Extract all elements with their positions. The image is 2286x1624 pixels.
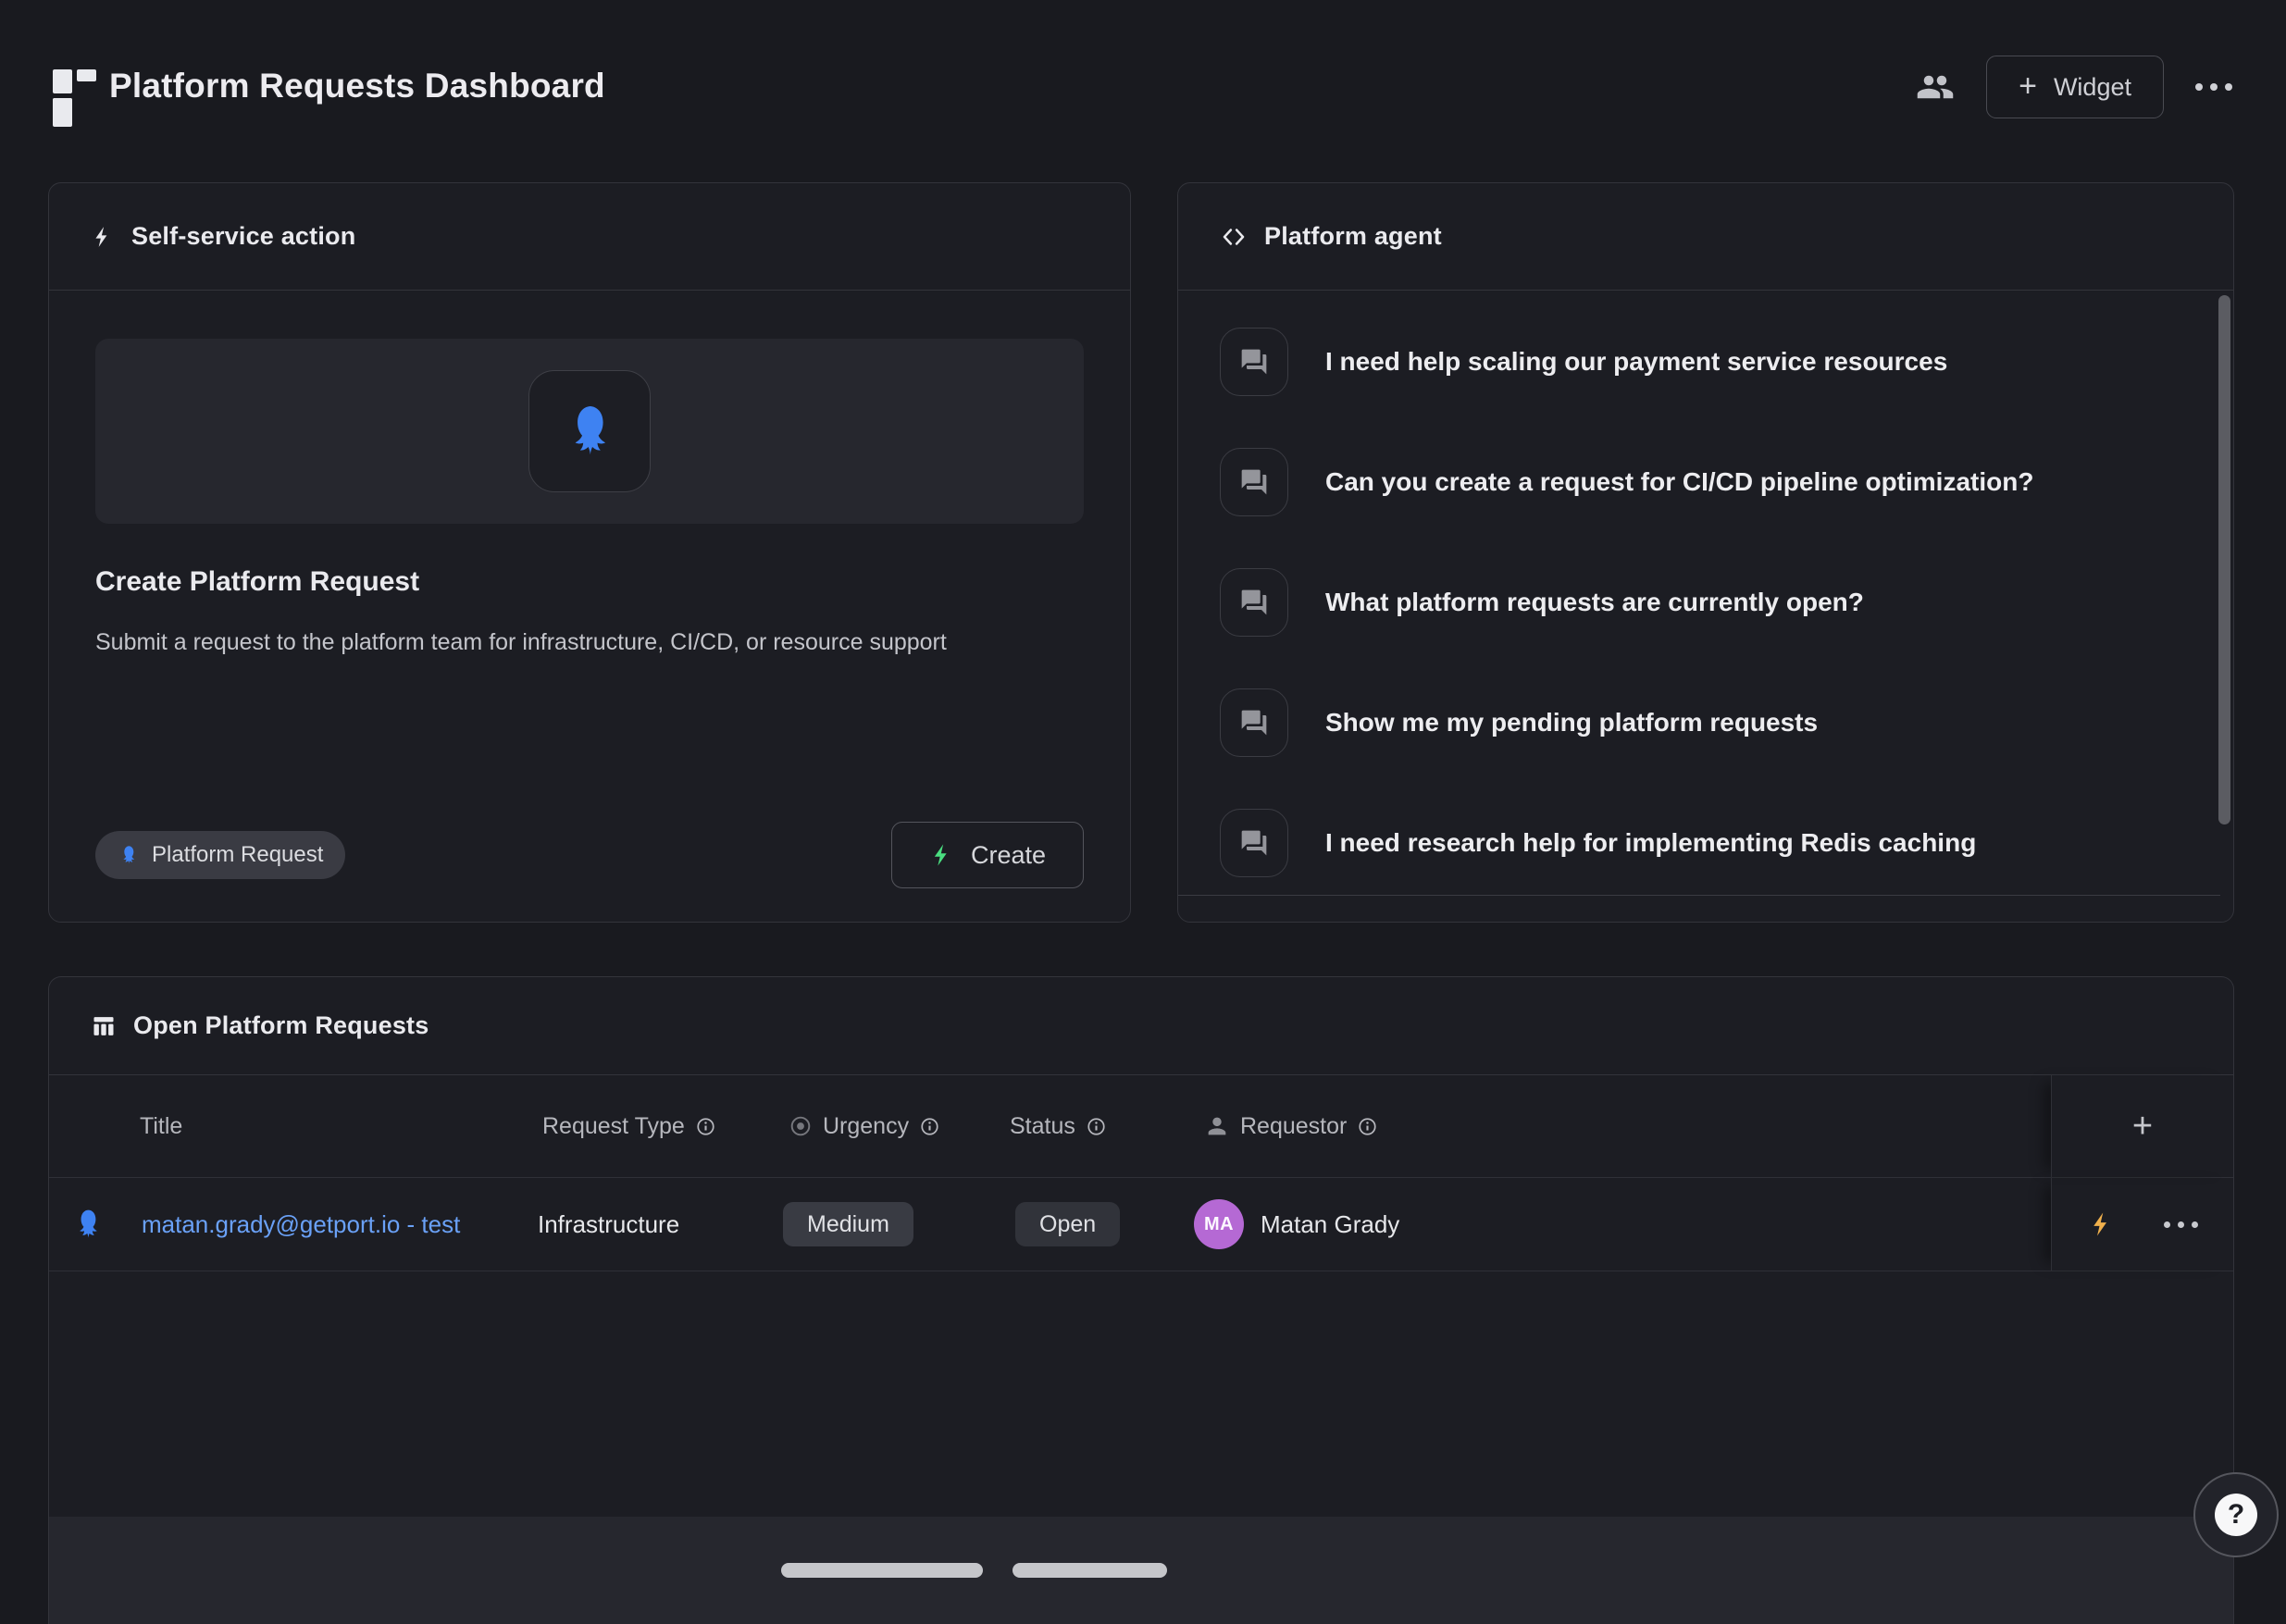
column-label: Title <box>140 1113 182 1140</box>
status-badge: Open <box>1015 1202 1120 1246</box>
ellipsis-icon <box>2164 1221 2198 1228</box>
self-service-body: Create Platform Request Submit a request… <box>49 291 1130 661</box>
run-action-bolt-icon[interactable] <box>2088 1210 2116 1238</box>
card-title: Open Platform Requests <box>133 1011 429 1040</box>
info-icon[interactable] <box>695 1116 716 1137</box>
agent-card-divider <box>1178 895 2220 896</box>
info-icon[interactable] <box>1086 1116 1107 1137</box>
table-row: matan.grady@getport.io - test Infrastruc… <box>49 1178 2233 1271</box>
action-description: Submit a request to the platform team fo… <box>95 624 1030 661</box>
port-logo-tile <box>528 370 651 492</box>
card-title: Platform agent <box>1264 222 1442 251</box>
column-label: Status <box>1010 1113 1075 1140</box>
urgency-badge: Medium <box>783 1202 913 1246</box>
actions-column-header: + <box>2051 1075 2233 1177</box>
column-label: Requestor <box>1240 1113 1347 1140</box>
add-widget-button[interactable]: + Widget <box>1986 56 2164 118</box>
suggestion-text: Can you create a request for CI/CD pipel… <box>1325 467 2033 497</box>
suggestion-text: I need research help for implementing Re… <box>1325 828 1976 858</box>
row-actions-cell <box>2051 1178 2233 1271</box>
column-label: Request Type <box>542 1113 685 1140</box>
card-title: Self-service action <box>131 222 355 251</box>
agent-suggestion[interactable]: I need help scaling our payment service … <box>1220 302 2233 422</box>
column-header-request-type[interactable]: Request Type <box>542 1075 716 1177</box>
page-title: Platform Requests Dashboard <box>109 67 605 105</box>
plus-icon: + <box>2019 70 2037 102</box>
forum-chat-icon <box>1220 328 1288 396</box>
request-type-cell: Infrastructure <box>538 1178 679 1271</box>
info-icon[interactable] <box>1357 1116 1378 1137</box>
green-bolt-icon <box>929 842 955 868</box>
page-menu-button[interactable] <box>2195 83 2232 91</box>
create-button-label: Create <box>971 841 1046 870</box>
people-icon <box>1916 68 1955 106</box>
widget-button-label: Widget <box>2054 73 2131 102</box>
agent-suggestion[interactable]: Show me my pending platform requests <box>1220 663 2233 783</box>
open-requests-card: Open Platform Requests Title Request Typ… <box>48 976 2234 1624</box>
entity-badge-label: Platform Request <box>152 842 323 868</box>
horizontal-scrollbar-thumb[interactable] <box>1013 1563 1167 1578</box>
column-label: Urgency <box>823 1113 909 1140</box>
table-icon <box>91 1013 117 1039</box>
action-preview-panel <box>95 339 1084 524</box>
ellipsis-icon <box>2195 83 2232 91</box>
forum-chat-icon <box>1220 448 1288 516</box>
column-header-title[interactable]: Title <box>140 1075 182 1177</box>
agent-suggestion[interactable]: What platform requests are currently ope… <box>1220 542 2233 663</box>
help-button[interactable]: ? <box>2193 1472 2279 1557</box>
column-header-urgency[interactable]: Urgency <box>789 1075 940 1177</box>
add-column-button[interactable]: + <box>2127 1108 2158 1145</box>
self-service-footer: Platform Request Create <box>95 822 1084 888</box>
info-icon[interactable] <box>919 1116 940 1137</box>
octopus-icon <box>70 1207 106 1242</box>
table-footer <box>49 1517 2233 1624</box>
agent-suggestion[interactable]: I need research help for implementing Re… <box>1220 783 2233 903</box>
urgency-cell: Medium <box>783 1178 913 1271</box>
open-requests-card-header: Open Platform Requests <box>49 977 2233 1075</box>
octopus-icon <box>118 844 140 866</box>
column-header-requestor[interactable]: Requestor <box>1204 1075 1378 1177</box>
row-menu-button[interactable] <box>2164 1221 2198 1228</box>
question-mark-icon: ? <box>2215 1494 2257 1536</box>
create-button[interactable]: Create <box>891 822 1084 888</box>
agent-suggestion[interactable]: Can you create a request for CI/CD pipel… <box>1220 422 2233 542</box>
action-title: Create Platform Request <box>95 566 1084 598</box>
forum-chat-icon <box>1220 688 1288 757</box>
radio-icon <box>789 1114 813 1138</box>
self-service-card: Self-service action Create Platform Requ… <box>48 182 1131 923</box>
entity-badge: Platform Request <box>95 831 345 879</box>
vertical-scrollbar-thumb[interactable] <box>2218 295 2230 824</box>
horizontal-scrollbar-thumb[interactable] <box>781 1563 983 1578</box>
row-entity-icon <box>70 1178 106 1271</box>
table-header-row: Title Request Type Urgency Status Reques… <box>49 1075 2233 1178</box>
dashboard-grid-icon <box>53 69 97 112</box>
agent-suggestion-list: I need help scaling our payment service … <box>1178 291 2233 903</box>
forum-chat-icon <box>1220 809 1288 877</box>
requestor-cell: MA Matan Grady <box>1194 1178 1399 1271</box>
requestor-avatar: MA <box>1194 1199 1244 1249</box>
suggestion-text: Show me my pending platform requests <box>1325 708 1818 738</box>
self-service-card-header: Self-service action <box>49 183 1130 291</box>
page-header: Platform Requests Dashboard + Widget <box>0 0 2286 148</box>
column-header-status[interactable]: Status <box>1010 1075 1107 1177</box>
suggestion-text: I need help scaling our payment service … <box>1325 347 1947 377</box>
bolt-icon <box>91 225 115 249</box>
person-icon <box>1204 1113 1230 1139</box>
octopus-icon <box>559 401 620 462</box>
status-cell: Open <box>1015 1178 1120 1271</box>
request-title-link[interactable]: matan.grady@getport.io - test <box>142 1178 460 1271</box>
requestor-name: Matan Grady <box>1261 1210 1399 1239</box>
code-icon <box>1220 223 1248 251</box>
suggestion-text: What platform requests are currently ope… <box>1325 588 1864 617</box>
platform-agent-card: Platform agent I need help scaling our p… <box>1177 182 2234 923</box>
forum-chat-icon <box>1220 568 1288 637</box>
members-button[interactable] <box>1916 68 1955 106</box>
platform-agent-card-header: Platform agent <box>1178 183 2233 291</box>
header-actions: + Widget <box>1916 56 2232 118</box>
